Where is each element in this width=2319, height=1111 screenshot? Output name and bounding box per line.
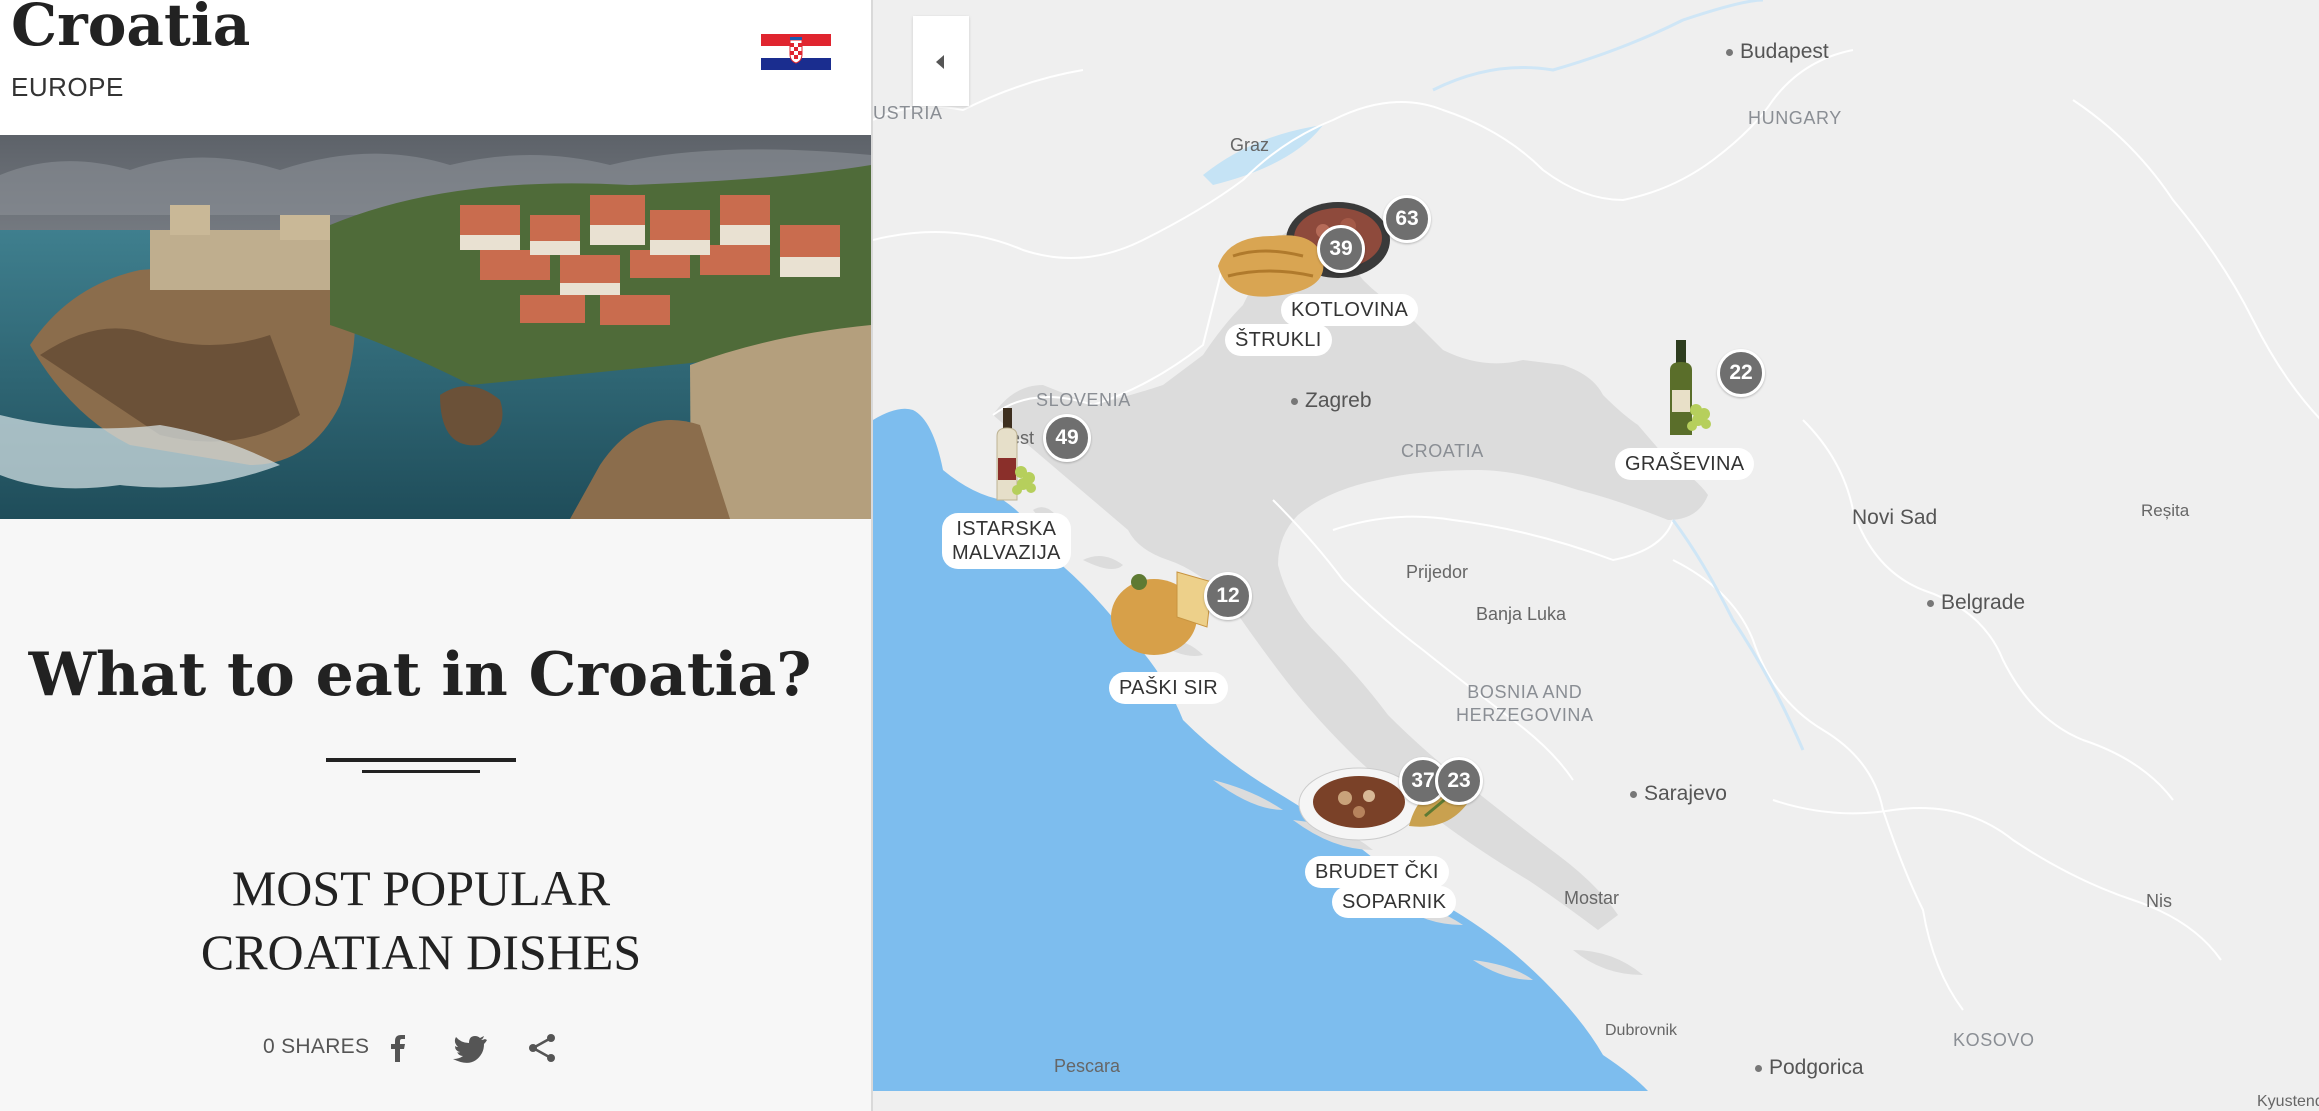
country-label-kosovo: KOSOVO [1953, 1030, 2035, 1050]
share-icon[interactable] [524, 1030, 560, 1066]
headline-divider [326, 758, 516, 762]
share-count: 0 SHARES [263, 1035, 370, 1058]
map-canvas[interactable] [873, 0, 2319, 1111]
map-view[interactable]: USTRIA HUNGARY SLOVENIA CROATIA BOSNIA A… [871, 0, 2319, 1111]
review-count-badge[interactable]: 22 [1717, 349, 1765, 397]
city-novi-sad: Novi Sad [1852, 506, 1938, 529]
city-dot [1630, 790, 1637, 798]
country-label-austria: USTRIA [873, 103, 943, 123]
dish-label-istarska-malvazija[interactable]: ISTARSKA MALVAZIJA [942, 513, 1071, 569]
chevron-left-icon [936, 55, 944, 69]
strukli-dish-icon[interactable] [1213, 226, 1328, 304]
review-count-badge[interactable]: 39 [1317, 225, 1365, 273]
city-belgrade: Belgrade [1927, 591, 2025, 615]
grasevina-wine-icon[interactable] [1660, 340, 1718, 440]
city-dot [1726, 48, 1733, 56]
review-count-badge[interactable]: 63 [1383, 195, 1431, 243]
dish-label-kotlovina[interactable]: KOTLOVINA [1281, 294, 1419, 326]
country-header: Croatia EUROPE [0, 0, 871, 135]
town-banja-luka: Banja Luka [1476, 604, 1567, 624]
city-podgorica: Podgorica [1755, 1056, 1864, 1080]
town-graz: Graz [1230, 135, 1270, 155]
country-title: Croatia [11, 0, 251, 59]
review-count-badge[interactable]: 49 [1043, 414, 1091, 462]
review-count-badge[interactable]: 23 [1435, 757, 1483, 805]
facebook-icon[interactable] [380, 1030, 416, 1066]
town-resita: Reșita [2141, 501, 2190, 520]
headline-divider-short [362, 770, 480, 773]
city-sarajevo: Sarajevo [1630, 782, 1727, 806]
country-label-hungary: HUNGARY [1748, 108, 1842, 128]
town-prijedor: Prijedor [1406, 562, 1469, 582]
croatia-flag-icon [761, 34, 831, 70]
article-headline: What to eat in Croatia? [28, 640, 812, 710]
town-pescara: Pescara [1054, 1056, 1121, 1076]
subheading-line: MOST POPULAR [231, 860, 611, 916]
dish-label-brudet[interactable]: BRUDET ČKI [1305, 856, 1449, 888]
paski-sir-cheese-icon[interactable] [1109, 562, 1219, 662]
subheading-line: CROATIAN DISHES [200, 924, 642, 980]
city-dot [1927, 599, 1934, 607]
dish-label-soparnik[interactable]: SOPARNIK [1332, 886, 1457, 918]
twitter-icon[interactable] [452, 1030, 488, 1066]
istarska-malvazija-wine-icon[interactable] [987, 408, 1045, 504]
country-label-bosnia: BOSNIA AND HERZEGOVINA [1456, 682, 1594, 725]
city-zagreb: Zagreb [1291, 389, 1372, 413]
city-dot [1291, 397, 1298, 405]
review-count-badge[interactable]: 12 [1204, 572, 1252, 620]
country-label-slovenia: SLOVENIA [1036, 390, 1131, 410]
city-budapest: Budapest [1726, 40, 1829, 64]
dish-label-paski-sir[interactable]: PAŠKI SIR [1109, 672, 1229, 704]
country-label-croatia: CROATIA [1401, 441, 1484, 461]
town-kyustendil: Kyustendi [2257, 1093, 2319, 1110]
town-mostar: Mostar [1564, 888, 1620, 908]
city-dot [1755, 1064, 1762, 1072]
dubrovnik-photo [0, 135, 871, 519]
dish-label-grasevina[interactable]: GRAŠEVINA [1615, 448, 1755, 480]
dish-label-strukli[interactable]: ŠTRUKLI [1225, 324, 1332, 356]
panel-toggle-button[interactable] [913, 16, 969, 106]
town-nis: Nis [2146, 891, 2172, 911]
continent-label: EUROPE [11, 72, 124, 102]
article-subheading: MOST POPULAR CROATIAN DISHES [0, 856, 842, 984]
town-dubrovnik: Dubrovnik [1605, 1022, 1678, 1039]
article-panel: Croatia EUROPE What to eat in Croatia? M… [0, 0, 871, 1111]
